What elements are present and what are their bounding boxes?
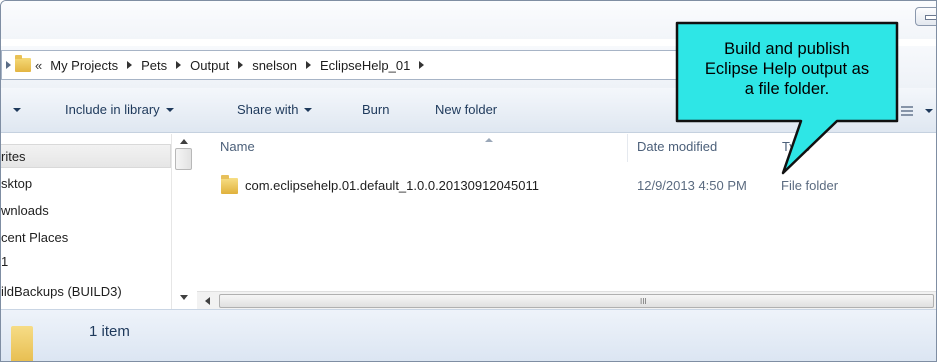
file-name: com.eclipsehelp.01.default_1.0.0.2013091… <box>245 178 539 193</box>
share-with-button[interactable]: Share with <box>237 102 313 117</box>
status-bar: 1 item <box>1 309 936 361</box>
scroll-left-icon[interactable] <box>205 297 210 305</box>
nav-vertical-scrollbar[interactable] <box>171 134 195 309</box>
nav-item-desktop[interactable]: sktop <box>1 172 171 196</box>
chevron-down-icon <box>304 107 313 112</box>
chevron-down-icon <box>165 107 174 112</box>
column-divider[interactable] <box>627 134 628 162</box>
breadcrumb-separator-icon[interactable] <box>306 61 311 69</box>
horizontal-scrollbar[interactable]: III <box>197 291 936 309</box>
scroll-grip: III <box>640 297 647 306</box>
callout-line-3: a file folder. <box>744 80 830 98</box>
horizontal-scroll-thumb[interactable]: III <box>219 294 934 308</box>
column-header-name[interactable]: Name <box>220 139 255 154</box>
organize-dropdown-icon[interactable] <box>13 108 21 112</box>
nav-item-buildbackups[interactable]: ildBackups (BUILD3) <box>1 280 171 304</box>
breadcrumb-pets[interactable]: Pets <box>141 58 167 73</box>
file-list: Name Date modified Type com.eclipsehelp.… <box>197 134 936 309</box>
callout-line-2: Eclipse Help output as <box>704 60 870 78</box>
breadcrumb-my-projects[interactable]: My Projects <box>50 58 118 73</box>
file-date-modified: 12/9/2013 4:50 PM <box>637 178 747 193</box>
breadcrumb-output[interactable]: Output <box>190 58 229 73</box>
include-in-library-button[interactable]: Include in library <box>65 102 174 117</box>
include-in-library-label: Include in library <box>65 102 160 117</box>
folder-icon <box>221 175 238 194</box>
breadcrumb-separator-icon[interactable] <box>238 61 244 69</box>
breadcrumb-separator-icon[interactable] <box>176 61 182 69</box>
table-row[interactable]: com.eclipsehelp.01.default_1.0.0.2013091… <box>197 174 897 198</box>
share-with-label: Share with <box>237 102 299 117</box>
chevron-down-icon[interactable] <box>925 109 933 113</box>
navigation-pane: rites sktop wnloads cent Places 1 ildBac… <box>1 134 196 309</box>
column-header-date-modified[interactable]: Date modified <box>637 139 717 154</box>
nav-item-favorites[interactable]: rites <box>1 144 171 168</box>
sort-ascending-icon <box>485 138 493 142</box>
breadcrumb-eclipsehelp[interactable]: EclipseHelp_01 <box>320 58 410 73</box>
scroll-up-icon[interactable] <box>180 139 188 144</box>
back-arrow-icon[interactable] <box>6 61 11 69</box>
breadcrumb-separator-icon[interactable] <box>127 61 133 69</box>
minimize-button[interactable] <box>915 7 936 26</box>
folder-icon <box>11 326 33 361</box>
new-folder-button[interactable]: New folder <box>435 102 497 117</box>
nav-item-downloads[interactable]: wnloads <box>1 199 171 223</box>
folder-icon <box>15 55 31 72</box>
explorer-window: « My Projects Pets Output snelson Eclips… <box>0 0 937 362</box>
view-options-icon[interactable] <box>901 106 913 116</box>
callout-annotation: Build and publish Eclipse Help output as… <box>677 25 897 119</box>
breadcrumb-separator-icon[interactable] <box>419 61 425 69</box>
overflow-chevron[interactable]: « <box>35 58 42 73</box>
address-box[interactable]: « My Projects Pets Output snelson Eclips… <box>1 50 681 80</box>
scroll-thumb[interactable] <box>175 148 192 170</box>
nav-item-recent-places[interactable]: cent Places <box>1 226 171 250</box>
callout-line-1: Build and publish <box>724 40 850 58</box>
item-count: 1 item <box>89 323 130 340</box>
column-header-type[interactable]: Type <box>782 139 810 154</box>
nav-item-1[interactable]: 1 <box>1 250 171 274</box>
burn-button[interactable]: Burn <box>362 102 389 117</box>
file-type: File folder <box>781 178 839 193</box>
scroll-down-icon[interactable] <box>180 295 188 300</box>
breadcrumb-snelson[interactable]: snelson <box>252 58 297 73</box>
